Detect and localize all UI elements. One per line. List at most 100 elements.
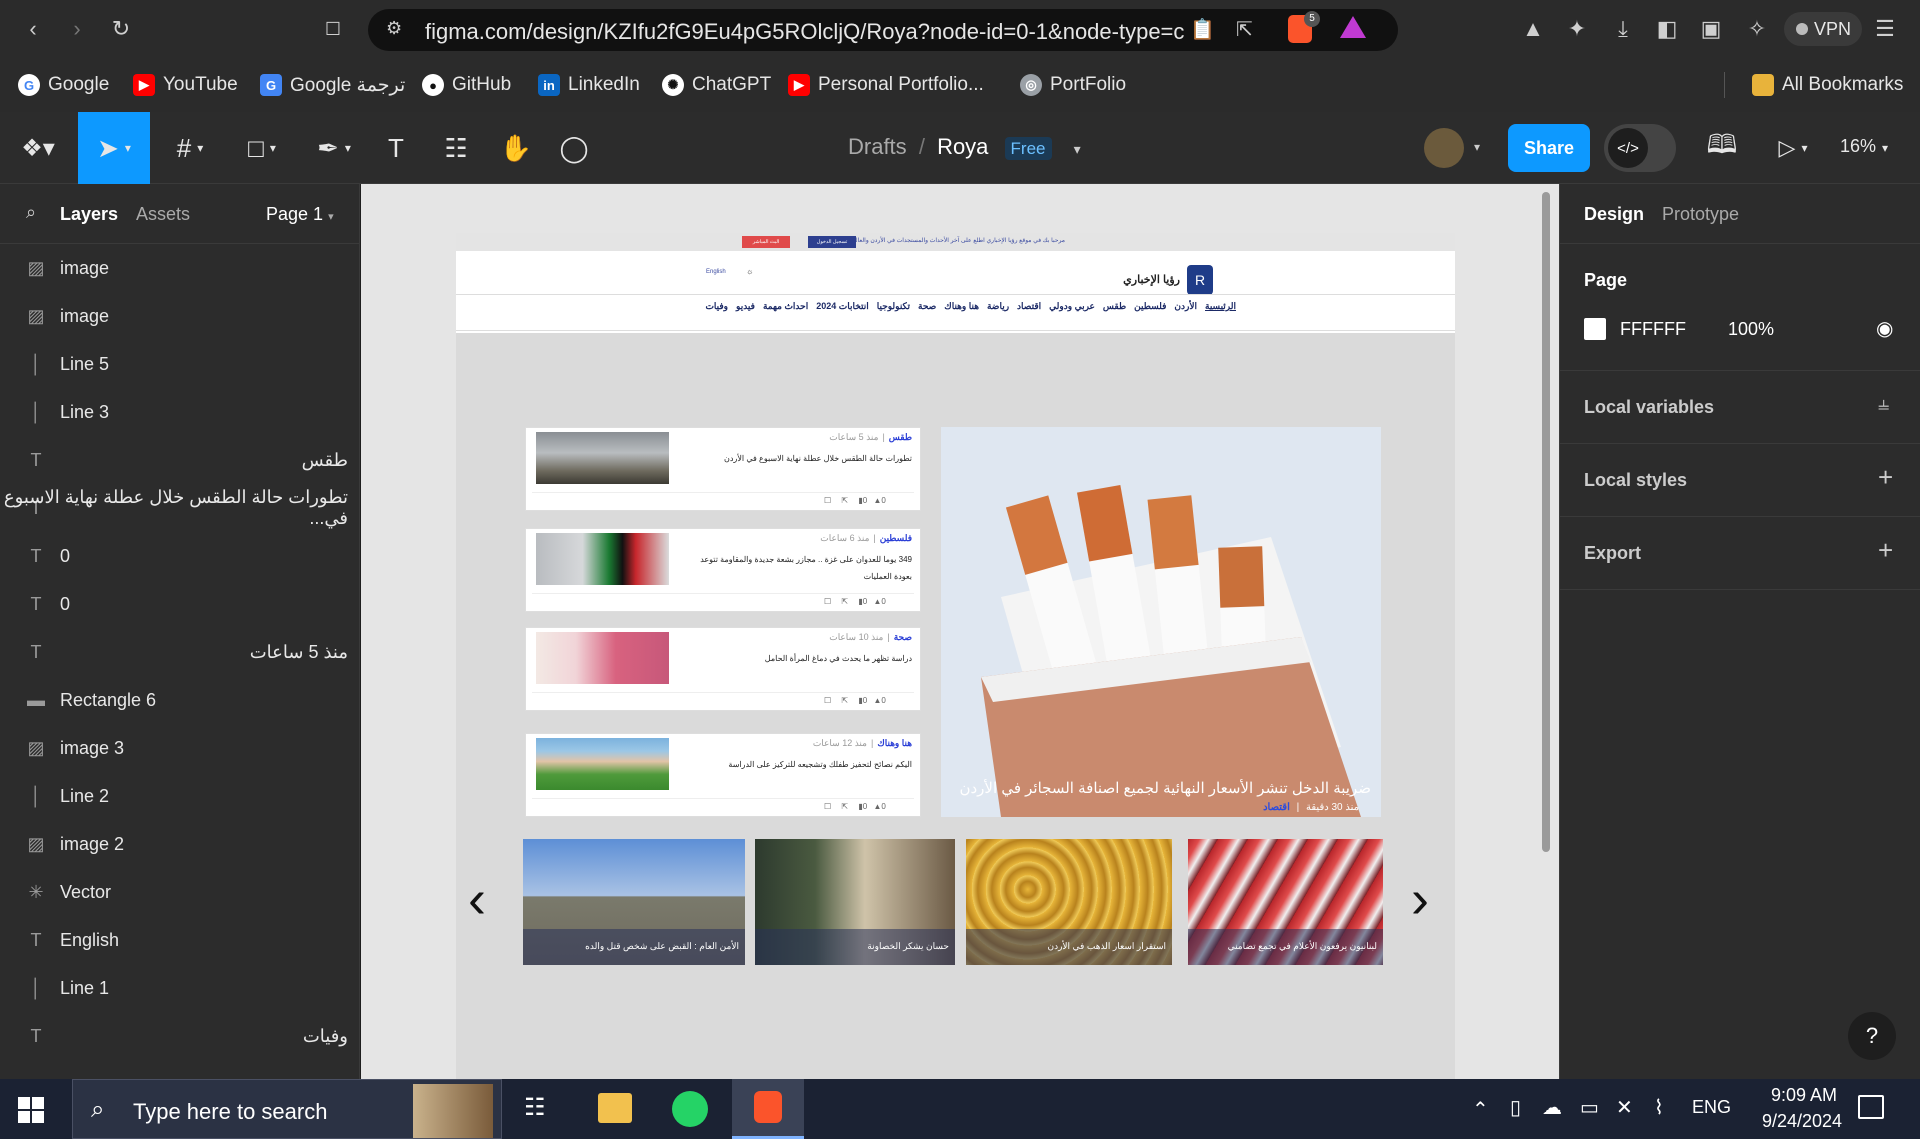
tab-assets[interactable]: Assets [136,204,190,225]
tab-prototype[interactable]: Prototype [1662,204,1739,225]
site-settings-icon[interactable]: ⚙ [386,18,402,39]
file-explorer-icon[interactable] [598,1093,632,1123]
move-tool-icon[interactable]: ➤ ▾ [78,112,150,184]
article-thumbnail[interactable] [536,432,669,484]
ai-sparkle-icon[interactable]: ✧ [1740,12,1774,46]
volume-muted-icon[interactable]: ✕ [1616,1095,1633,1120]
article-title[interactable]: تطورات حالة الطقس خلال عطلة نهاية الاسبو… [686,450,912,467]
bookmark-youtube[interactable]: ▶ YouTube [133,72,238,98]
article-category[interactable]: هنا وهناك [877,738,912,748]
whatsapp-icon[interactable] [672,1091,708,1127]
tray-chevron-icon[interactable]: ⌃ [1472,1097,1489,1122]
resources-tool-icon[interactable]: ☷ [436,112,476,184]
article-card[interactable]: طقس |منذ 5 ساعات تطورات حالة الطقس خلال عط… [525,427,921,511]
lang-switch[interactable]: English [706,269,726,275]
site-nav-item[interactable]: الأردن [1174,301,1197,315]
article-thumbnail[interactable] [536,533,669,585]
vpn-button[interactable]: VPN [1784,12,1862,46]
hero-title[interactable]: ضريبة الدخل تنشر الأسعار النهائية لجميع … [947,779,1371,797]
layer-row[interactable]: ▨ image [0,244,359,292]
article-category[interactable]: فلسطين [880,533,912,543]
site-nav-item[interactable]: الرئيسية [1205,301,1236,315]
export-section[interactable]: Export + [1560,517,1920,590]
library-icon[interactable]: 🕮 [1702,112,1742,184]
layer-row[interactable]: │ Line 3 [0,388,359,436]
site-nav-item[interactable]: انتخابات 2024 [816,301,869,315]
share-page-icon[interactable]: ⇱ [1236,17,1253,42]
bookmark-translate[interactable]: G Google ترجمة [260,72,405,98]
brave-taskbar-item[interactable] [732,1079,804,1139]
layer-row[interactable]: T منذ 5 ساعات [0,628,359,676]
battery-icon[interactable]: ▭ [1580,1095,1599,1120]
reload-icon[interactable]: ↻ [104,12,138,46]
layer-row[interactable]: ▬ Rectangle 6 [0,676,359,724]
eye-icon[interactable]: ◉ [1876,316,1893,341]
article-category[interactable]: صحة [894,632,912,642]
share-icon[interactable]: ⇱ [841,496,848,505]
site-nav-item[interactable]: احداث مهمة [763,301,808,315]
rectangle-tool-icon[interactable]: □ ▾ [232,112,292,184]
layer-row[interactable]: T طقس [0,436,359,484]
article-thumbnail[interactable] [536,632,669,684]
login-button[interactable]: تسجيل الدخول [808,236,856,248]
page-color-value[interactable]: FFFFFF [1620,319,1686,340]
bookmark-linkedin[interactable]: in LinkedIn [538,72,640,98]
article-card[interactable]: فلسطين |منذ 6 ساعات 349 يوما للعدوان على غ… [525,528,921,612]
slider-prev-icon[interactable]: ‹ [468,872,486,926]
article-category[interactable]: طقس [889,432,912,442]
hero-article[interactable]: ضريبة الدخل تنشر الأسعار النهائية لجميع … [941,427,1381,817]
hand-tool-icon[interactable]: ✋ [496,112,536,184]
page-opacity[interactable]: 100% [1728,319,1774,340]
windows-start-icon[interactable] [18,1097,44,1123]
site-nav-item[interactable]: وفيات [705,301,728,315]
site-nav-item[interactable]: اقتصاد [1017,301,1041,315]
layer-row[interactable]: ▨ image 2 [0,820,359,868]
sliders-icon[interactable]: ⫨ [1878,393,1889,416]
bookmark-icon[interactable]: ☐ [824,597,831,606]
site-nav-item[interactable]: تكنولوجيا [877,301,910,315]
layer-row[interactable]: T English [0,916,359,964]
url-text[interactable]: figma.com/design/KZIfu2fG9Eu4pG5ROlcljQ/… [425,19,1185,45]
chevron-down-icon[interactable]: ▾ [1074,141,1081,157]
slide-card[interactable]: لبنانيون يرفعون الأعلام في تجمع تضامني [1188,839,1383,965]
present-icon[interactable]: ▷ ▾ [1768,112,1818,184]
layer-row[interactable]: ▨ image 3 [0,724,359,772]
layer-row[interactable]: ✳ Vector [0,868,359,916]
article-title[interactable]: دراسة تظهر ما يحدث في دماغ المرأة الحامل [686,650,912,667]
file-name[interactable]: Roya [937,134,988,159]
brave-rewards-icon[interactable] [1340,16,1366,38]
layer-row[interactable]: │ Line 1 [0,964,359,1012]
slide-card[interactable]: حسان يشكر الخصاونة [755,839,955,965]
share-icon[interactable]: ⇱ [841,802,848,811]
all-bookmarks[interactable]: All Bookmarks [1752,72,1903,98]
site-nav-item[interactable]: طقس [1103,301,1126,315]
wifi-icon[interactable]: ⌇ [1654,1095,1664,1120]
leo-icon[interactable]: ▲ [1516,12,1550,46]
pen-tool-icon[interactable]: ✒ ▾ [304,112,364,184]
input-language[interactable]: ENG [1692,1097,1731,1118]
local-styles-section[interactable]: Local styles + [1560,444,1920,517]
bookmark-icon[interactable]: ☐ [824,802,831,811]
site-nav-item[interactable]: فيديو [736,301,755,315]
bookmark-google[interactable]: G Google [18,72,109,98]
menu-icon[interactable]: ☰ [1868,12,1902,46]
breadcrumb-drafts[interactable]: Drafts [848,134,907,159]
bookmark-portfolio[interactable]: ◎ PortFolio [1020,72,1126,98]
notifications-icon[interactable] [1858,1095,1884,1119]
slider-next-icon[interactable]: › [1411,872,1429,926]
bookmark-chatgpt[interactable]: ✺ ChatGPT [662,72,771,98]
sidebar-icon[interactable]: ◧ [1650,12,1684,46]
tab-layers[interactable]: Layers [60,204,118,225]
bookmark-icon[interactable]: ☐ [316,12,350,46]
onedrive-icon[interactable]: ☁ [1542,1095,1562,1120]
site-nav-item[interactable]: فلسطين [1134,301,1166,315]
share-button[interactable]: Share [1508,124,1590,172]
dev-mode-toggle[interactable]: </> [1604,124,1676,172]
page-color-swatch[interactable] [1584,318,1606,340]
article-card[interactable]: صحة |منذ 10 ساعات دراسة تظهر ما يحدث في دم… [525,627,921,711]
task-view-icon[interactable]: ☷ [524,1093,546,1122]
bookmark-icon[interactable]: ☐ [824,496,831,505]
back-icon[interactable]: ‹ [16,12,50,46]
bookmark-icon[interactable]: ☐ [824,696,831,705]
site-nav-item[interactable]: هنا وهناك [944,301,979,315]
